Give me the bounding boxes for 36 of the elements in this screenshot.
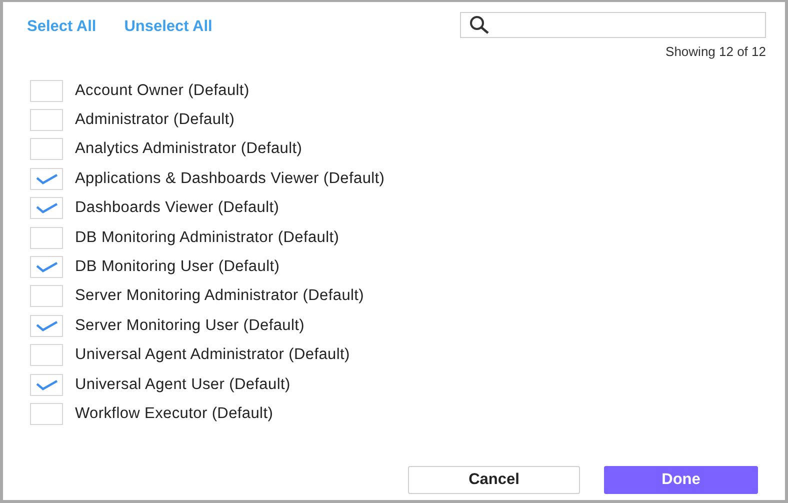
- role-label: DB Monitoring Administrator (Default): [75, 228, 340, 247]
- cancel-button[interactable]: Cancel: [408, 466, 580, 494]
- select-link[interactable]: Unselect All: [124, 18, 212, 36]
- search-icon: [469, 15, 491, 35]
- select-link[interactable]: Select All: [27, 18, 96, 36]
- checkbox[interactable]: [30, 314, 63, 337]
- role-label: Account Owner (Default): [75, 82, 250, 100]
- checkbox[interactable]: [30, 226, 63, 249]
- check-icon: [34, 261, 58, 274]
- check-icon: [34, 320, 58, 332]
- checkbox[interactable]: [30, 109, 63, 132]
- done-button[interactable]: Done: [604, 466, 758, 494]
- role-label: Universal Agent User (Default): [75, 376, 290, 394]
- checkbox[interactable]: [30, 374, 63, 396]
- role-label: Analytics Administrator (Default): [75, 140, 302, 158]
- check-icon: [34, 172, 58, 185]
- search-field[interactable]: [460, 12, 766, 38]
- checkbox[interactable]: [30, 168, 63, 190]
- role-label: Workflow Executor (Default): [75, 404, 274, 423]
- role-label: Server Monitoring User (Default): [75, 316, 304, 335]
- checkbox[interactable]: [30, 256, 63, 278]
- role-label: Universal Agent Administrator (Default): [75, 346, 350, 364]
- role-label: Administrator (Default): [75, 111, 235, 130]
- check-icon: [34, 202, 58, 214]
- checkbox[interactable]: [30, 285, 63, 308]
- checkbox[interactable]: [30, 197, 63, 220]
- role-label: Applications & Dashboards Viewer (Default): [75, 170, 385, 188]
- role-label: DB Monitoring User (Default): [75, 258, 280, 276]
- result-count: Showing 12 of 12: [666, 44, 766, 59]
- checkbox[interactable]: [30, 402, 63, 425]
- role-label: Server Monitoring Administrator (Default): [75, 287, 364, 306]
- check-icon: [34, 378, 58, 391]
- checkbox[interactable]: [30, 80, 63, 102]
- role-label: Dashboards Viewer (Default): [75, 199, 280, 218]
- checkbox[interactable]: [30, 344, 63, 366]
- checkbox[interactable]: [30, 138, 63, 160]
